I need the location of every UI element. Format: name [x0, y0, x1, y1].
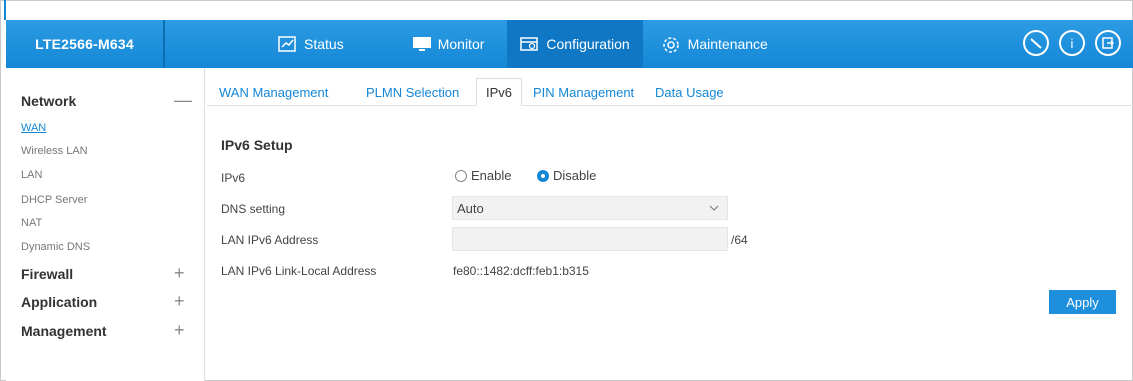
- tab-ipv6[interactable]: IPv6: [476, 78, 523, 106]
- main-nav: Status Monitor Configuration Maintenance: [265, 20, 781, 68]
- status-icon: [278, 36, 296, 52]
- lan-ipv6-address-input[interactable]: [452, 227, 728, 251]
- link-local-address-value: fe80::1482:dcff:feb1:b315: [453, 264, 589, 278]
- ipv6-label: IPv6: [221, 171, 246, 185]
- expand-icon[interactable]: +: [174, 292, 185, 310]
- nav-monitor-label: Monitor: [437, 36, 485, 52]
- tab-data-usage[interactable]: Data Usage: [655, 78, 724, 106]
- sidebar-group-network[interactable]: Network: [21, 93, 76, 109]
- tab-wan-management[interactable]: WAN Management: [219, 78, 328, 106]
- apply-button[interactable]: Apply: [1049, 290, 1116, 314]
- dns-setting-label: DNS setting: [221, 202, 286, 216]
- header-accent: [4, 0, 6, 20]
- prefix-length: /64: [731, 233, 748, 247]
- nav-configuration-label: Configuration: [546, 36, 630, 52]
- nav-maintenance[interactable]: Maintenance: [649, 20, 781, 68]
- info-icon[interactable]: i: [1059, 30, 1085, 56]
- section-title: IPv6 Setup: [221, 137, 293, 153]
- tab-plmn-selection[interactable]: PLMN Selection: [366, 78, 459, 106]
- expand-icon[interactable]: +: [174, 264, 185, 282]
- disable-label: Disable: [553, 168, 597, 183]
- wizard-icon[interactable]: [1023, 30, 1049, 56]
- collapse-icon[interactable]: —: [174, 91, 192, 109]
- monitor-icon: [412, 36, 431, 52]
- sidebar-group-management[interactable]: Management: [21, 323, 107, 339]
- sidebar-item-wan[interactable]: WAN: [21, 122, 46, 134]
- top-header: LTE2566-M634 Status Monitor Configuratio…: [6, 20, 1133, 68]
- sidebar-group-application[interactable]: Application: [21, 294, 97, 310]
- header-tools: i: [1023, 30, 1121, 56]
- nav-monitor[interactable]: Monitor: [399, 20, 498, 68]
- dns-setting-value: Auto: [457, 200, 484, 216]
- radio-on-icon: [537, 169, 549, 182]
- configuration-icon: [520, 36, 539, 52]
- ipv6-disable-radio[interactable]: Disable: [537, 168, 596, 183]
- sidebar: Network — WAN Wireless LAN LAN DHCP Serv…: [6, 68, 205, 381]
- sidebar-item-nat[interactable]: NAT: [21, 217, 42, 229]
- chevron-down-icon: [709, 201, 719, 211]
- nav-configuration[interactable]: Configuration: [507, 20, 643, 68]
- enable-label: Enable: [471, 168, 512, 183]
- expand-icon[interactable]: +: [174, 321, 185, 339]
- sidebar-item-lan[interactable]: LAN: [21, 169, 42, 181]
- ipv6-enable-radio[interactable]: Enable: [455, 168, 511, 183]
- tab-bar: WAN Management PLMN Selection IPv6 PIN M…: [207, 78, 1133, 106]
- gear-icon: [662, 36, 680, 53]
- logout-icon[interactable]: [1095, 30, 1121, 56]
- sidebar-item-dhcp-server[interactable]: DHCP Server: [21, 194, 87, 206]
- nav-status-label: Status: [304, 36, 344, 52]
- tab-pin-management[interactable]: PIN Management: [533, 78, 634, 106]
- nav-maintenance-label: Maintenance: [687, 36, 768, 52]
- brand-divider: [163, 20, 165, 68]
- sidebar-item-wireless-lan[interactable]: Wireless LAN: [21, 145, 88, 157]
- dns-setting-select[interactable]: Auto: [452, 196, 728, 220]
- sidebar-item-dynamic-dns[interactable]: Dynamic DNS: [21, 241, 90, 253]
- radio-off-icon: [455, 169, 467, 182]
- sidebar-group-firewall[interactable]: Firewall: [21, 266, 73, 282]
- nav-status[interactable]: Status: [265, 20, 357, 68]
- device-model: LTE2566-M634: [35, 36, 134, 52]
- link-local-address-label: LAN IPv6 Link-Local Address: [221, 264, 377, 278]
- lan-ipv6-address-label: LAN IPv6 Address: [221, 233, 319, 247]
